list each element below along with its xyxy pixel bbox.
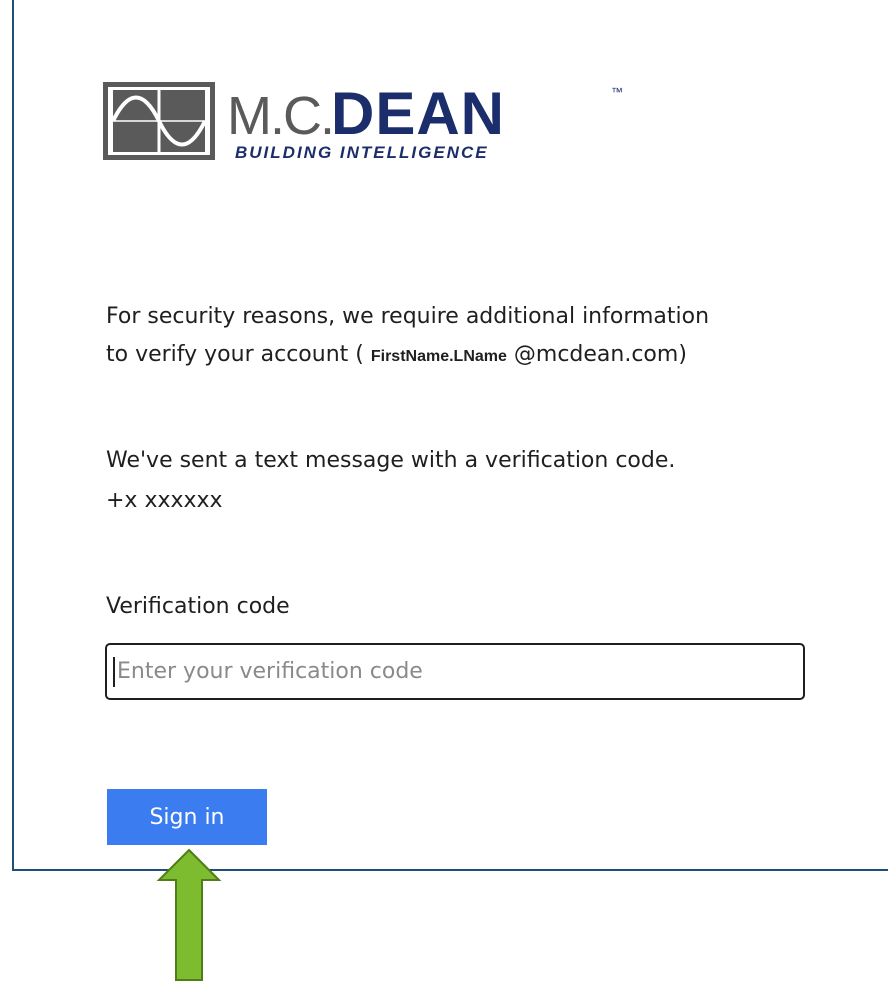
mc-dean-logo: M.C. DEAN ™ BUILDING INTELLIGENCE (103, 82, 623, 162)
mc-dean-logo-graphic: M.C. DEAN ™ BUILDING INTELLIGENCE (103, 82, 623, 162)
logo-mc-text: M.C. (227, 86, 333, 146)
logo-trademark: ™ (611, 85, 623, 99)
sign-in-button[interactable]: Sign in (107, 789, 267, 845)
security-message-prefix: to verify your account ( (106, 342, 371, 367)
logo-dean-text: DEAN (331, 82, 505, 147)
verification-code-label: Verification code (106, 594, 290, 619)
masked-phone-number: +x xxxxxx (106, 488, 223, 513)
text-cursor (113, 657, 115, 687)
security-message-line1: For security reasons, we require additio… (106, 304, 710, 329)
up-arrow-annotation-icon (156, 848, 222, 981)
sms-sent-message: We've sent a text message with a verific… (106, 448, 676, 473)
sine-wave-logo-icon (103, 82, 215, 160)
account-name: FirstName.LName (370, 348, 507, 365)
security-message-line2: to verify your account ( FirstName.LName… (106, 338, 687, 374)
logo-tagline: BUILDING INTELLIGENCE (235, 143, 489, 162)
security-message-suffix: @mcdean.com) (506, 342, 687, 367)
verification-code-input[interactable] (105, 643, 805, 700)
